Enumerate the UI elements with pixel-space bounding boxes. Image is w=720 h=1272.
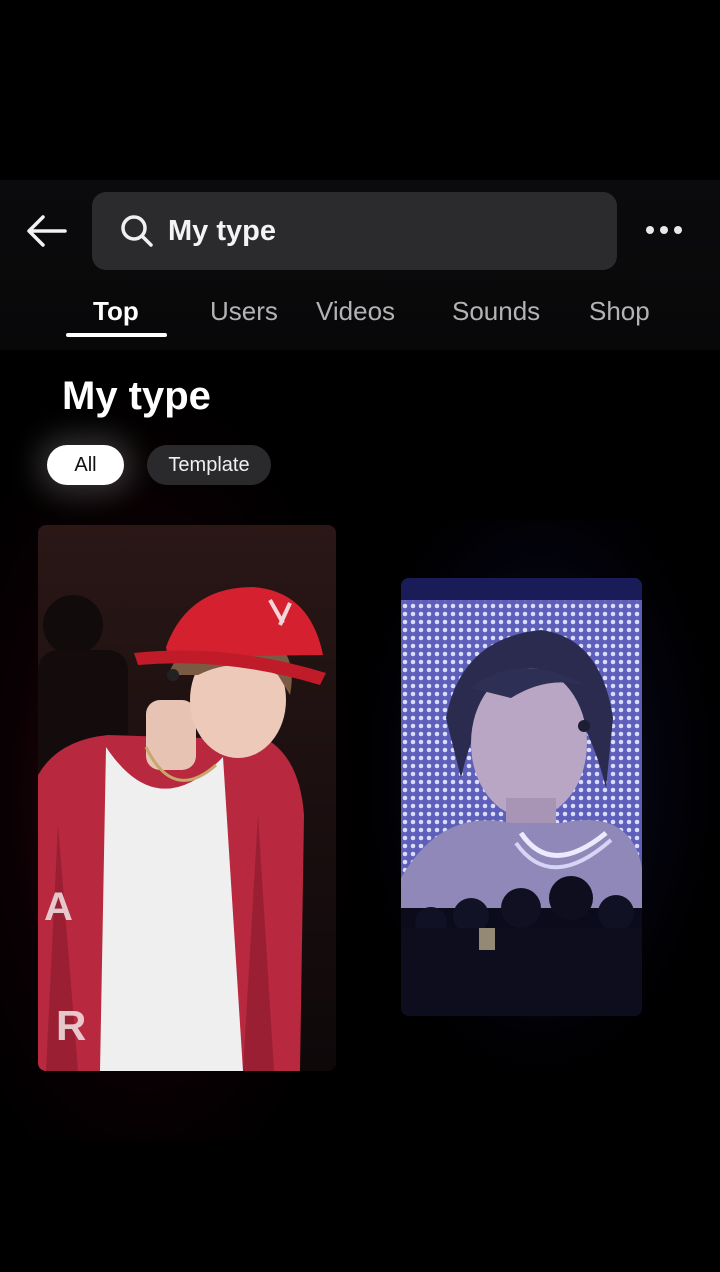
tab-users[interactable]: Users xyxy=(210,296,278,327)
video-card[interactable] xyxy=(401,578,642,1016)
filter-chip-all[interactable]: All xyxy=(47,445,124,485)
tab-shop[interactable]: Shop xyxy=(589,296,650,327)
search-query: My type xyxy=(168,214,276,247)
video-card[interactable]: A R xyxy=(38,525,336,1071)
filter-chip-template[interactable]: Template xyxy=(147,445,271,485)
back-button[interactable] xyxy=(22,206,72,256)
video-thumbnail xyxy=(401,578,642,1016)
more-dots-icon xyxy=(646,226,654,234)
active-tab-indicator xyxy=(66,333,167,337)
tab-videos[interactable]: Videos xyxy=(316,296,395,327)
svg-text:R: R xyxy=(56,1002,86,1049)
results-title: My type xyxy=(62,374,211,418)
more-options-button[interactable] xyxy=(638,210,690,250)
video-thumbnail: A R xyxy=(38,525,336,1071)
tab-sounds[interactable]: Sounds xyxy=(452,296,540,327)
tab-top[interactable]: Top xyxy=(93,296,139,327)
back-arrow-icon xyxy=(27,215,67,247)
svg-text:A: A xyxy=(44,885,73,929)
search-input[interactable]: My type xyxy=(92,192,617,270)
search-icon xyxy=(120,214,154,248)
